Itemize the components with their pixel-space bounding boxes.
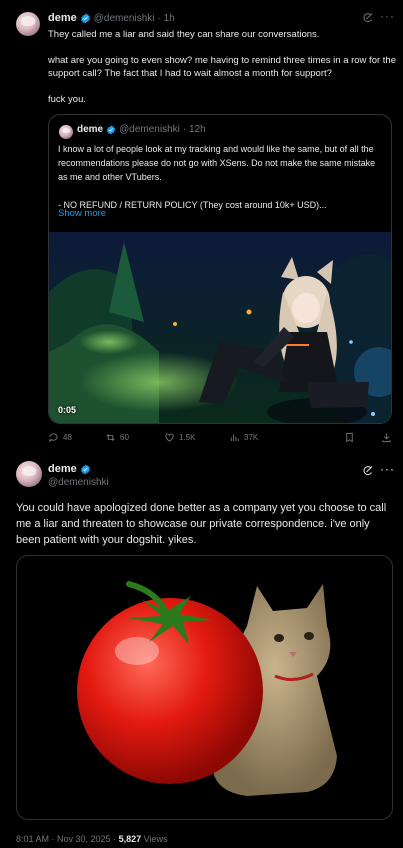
repost-icon bbox=[106, 434, 115, 441]
repost-count: 60 bbox=[120, 433, 129, 442]
tomato-cat-image bbox=[17, 556, 392, 819]
quoted-author-avatar bbox=[59, 125, 73, 139]
quoted-video[interactable]: 0:05 bbox=[49, 232, 391, 423]
main-author-name-row: deme bbox=[48, 463, 91, 475]
post-view-label: Views bbox=[141, 834, 168, 844]
quoted-post-header: deme @demenishki · 12h bbox=[77, 124, 206, 135]
grok-icon[interactable] bbox=[362, 465, 374, 480]
author-name[interactable]: deme bbox=[48, 12, 77, 24]
post-view-count: 5,827 bbox=[118, 834, 142, 844]
share-button[interactable] bbox=[381, 432, 392, 443]
reply-count: 48 bbox=[63, 433, 72, 442]
share-icon bbox=[382, 433, 391, 443]
video-duration: 0:05 bbox=[58, 405, 77, 415]
author-handle[interactable]: @demenishki bbox=[94, 13, 155, 24]
views-count: 37K bbox=[244, 433, 259, 442]
quoted-author-handle: @demenishki bbox=[119, 124, 180, 135]
reply-icon bbox=[49, 433, 58, 443]
video-frame bbox=[49, 232, 391, 423]
main-post-image[interactable] bbox=[16, 555, 393, 820]
post-meta: 8:01 AM · Nov 30, 2025 · 5,827 Views bbox=[16, 834, 167, 844]
show-more-link[interactable]: Show more bbox=[58, 208, 106, 219]
repost-button[interactable]: 60 bbox=[105, 432, 129, 443]
post-timestamp[interactable]: 8:01 AM · Nov 30, 2025 · bbox=[16, 834, 119, 844]
verified-badge-icon bbox=[107, 124, 116, 135]
verified-badge-icon bbox=[80, 12, 90, 24]
quoted-post-time: · 12h bbox=[182, 124, 206, 135]
quoted-post[interactable]: deme @demenishki · 12h I know a lot of p… bbox=[48, 114, 392, 424]
bookmark-button[interactable] bbox=[344, 432, 355, 443]
reply-button[interactable]: 48 bbox=[48, 432, 72, 443]
grok-icon[interactable] bbox=[362, 12, 374, 27]
post-header: deme @demenishki · 1h bbox=[48, 12, 175, 24]
views-icon bbox=[230, 434, 239, 442]
post-text: They called me a liar and said they can … bbox=[48, 29, 396, 105]
like-button[interactable]: 1.5K bbox=[164, 432, 195, 443]
post-actions: 48 60 1.5K 37K bbox=[48, 432, 393, 446]
more-icon[interactable]: ··· bbox=[380, 462, 395, 476]
main-author-avatar[interactable] bbox=[16, 461, 42, 487]
views-button[interactable]: 37K bbox=[229, 432, 258, 443]
quoted-author-name: deme bbox=[77, 124, 104, 135]
like-icon bbox=[165, 433, 174, 442]
more-icon[interactable]: ··· bbox=[380, 9, 395, 23]
like-count: 1.5K bbox=[179, 433, 196, 442]
post-time[interactable]: · 1h bbox=[157, 13, 174, 24]
quoted-post-text: I know a lot of people look at my tracki… bbox=[58, 144, 376, 210]
main-post-text: You could have apologized done better as… bbox=[16, 502, 387, 546]
verified-badge-icon bbox=[80, 463, 90, 475]
main-author-handle[interactable]: @demenishki bbox=[48, 477, 109, 488]
main-author-name[interactable]: deme bbox=[48, 463, 77, 475]
bookmark-icon bbox=[346, 432, 353, 443]
author-avatar[interactable] bbox=[16, 12, 40, 36]
